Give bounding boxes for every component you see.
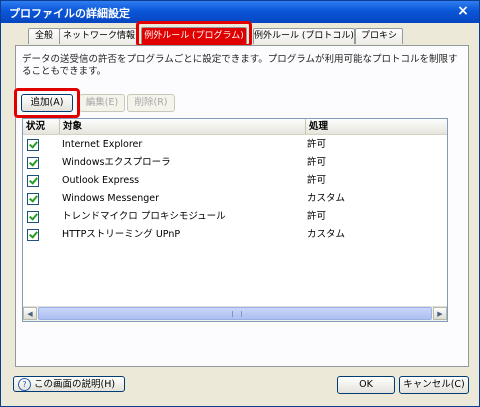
- row-action: 許可: [307, 211, 327, 222]
- scroll-left-icon[interactable]: ◀: [23, 307, 37, 320]
- window-title: プロファイルの詳細設定: [9, 7, 130, 20]
- description-text: データの送受信の許否をプログラムごとに設定できます。プログラムが利用可能なプロト…: [22, 54, 458, 77]
- row-target: HTTPストリーミング UPnP: [62, 229, 181, 240]
- tab-highlight-frame: [136, 21, 252, 47]
- horizontal-scrollbar[interactable]: ◀ ▶: [23, 306, 447, 321]
- tab-exception-protocols[interactable]: 例外ルール (プロトコル): [253, 28, 355, 44]
- row-target: トレンドマイクロ プロキシモジュール: [62, 211, 226, 222]
- table-row[interactable]: HTTPストリーミング UPnP カスタム: [23, 226, 447, 244]
- table-row[interactable]: Windowsエクスプローラ 許可: [23, 154, 447, 172]
- row-action: カスタム: [307, 193, 346, 204]
- enabled-checkbox[interactable]: [27, 211, 39, 223]
- scroll-right-icon[interactable]: ▶: [433, 307, 447, 320]
- column-action[interactable]: 処理: [306, 119, 447, 134]
- row-action: 許可: [307, 157, 327, 168]
- cancel-button[interactable]: キャンセル(C): [399, 376, 469, 394]
- delete-button[interactable]: 削除(R): [127, 94, 175, 112]
- tab-general[interactable]: 全般: [28, 28, 60, 44]
- list-header: 状況 対象 処理: [23, 119, 447, 135]
- table-row[interactable]: Windows Messenger カスタム: [23, 190, 447, 208]
- enabled-checkbox[interactable]: [27, 157, 39, 169]
- row-target: Outlook Express: [62, 175, 140, 186]
- edit-button[interactable]: 編集(E): [79, 94, 125, 112]
- profile-detail-dialog: プロファイルの詳細設定 × 全般 ネットワーク情報 例外ルール (プログラム) …: [0, 0, 480, 407]
- table-row[interactable]: Internet Explorer 許可: [23, 136, 447, 154]
- column-target[interactable]: 対象: [60, 119, 306, 134]
- table-row[interactable]: Outlook Express 許可: [23, 172, 447, 190]
- enabled-checkbox[interactable]: [27, 193, 39, 205]
- scroll-thumb[interactable]: [38, 307, 432, 320]
- add-highlight-frame: [14, 88, 80, 118]
- grip-icon: [232, 311, 242, 317]
- help-icon: ?: [18, 378, 31, 391]
- tab-proxy[interactable]: プロキシ: [355, 28, 403, 44]
- help-button-label: この画面の説明(H): [34, 379, 116, 390]
- table-row[interactable]: トレンドマイクロ プロキシモジュール 許可: [23, 208, 447, 226]
- tab-network-info[interactable]: ネットワーク情報: [59, 28, 139, 44]
- row-action: 許可: [307, 139, 327, 150]
- enabled-checkbox[interactable]: [27, 175, 39, 187]
- row-target: Windowsエクスプローラ: [62, 157, 171, 168]
- ok-button[interactable]: OK: [337, 376, 395, 394]
- program-rule-list[interactable]: 状況 対象 処理 Internet Explorer 許可 Windowsエクス…: [22, 118, 448, 322]
- help-button[interactable]: ? この画面の説明(H): [13, 376, 125, 392]
- title-bar: プロファイルの詳細設定 ×: [1, 1, 479, 23]
- enabled-checkbox[interactable]: [27, 139, 39, 151]
- row-action: 許可: [307, 175, 327, 186]
- row-target: Internet Explorer: [62, 139, 143, 150]
- enabled-checkbox[interactable]: [27, 229, 39, 241]
- row-action: カスタム: [307, 229, 346, 240]
- column-status[interactable]: 状況: [23, 119, 60, 134]
- row-target: Windows Messenger: [62, 193, 160, 204]
- close-icon[interactable]: ×: [455, 3, 471, 19]
